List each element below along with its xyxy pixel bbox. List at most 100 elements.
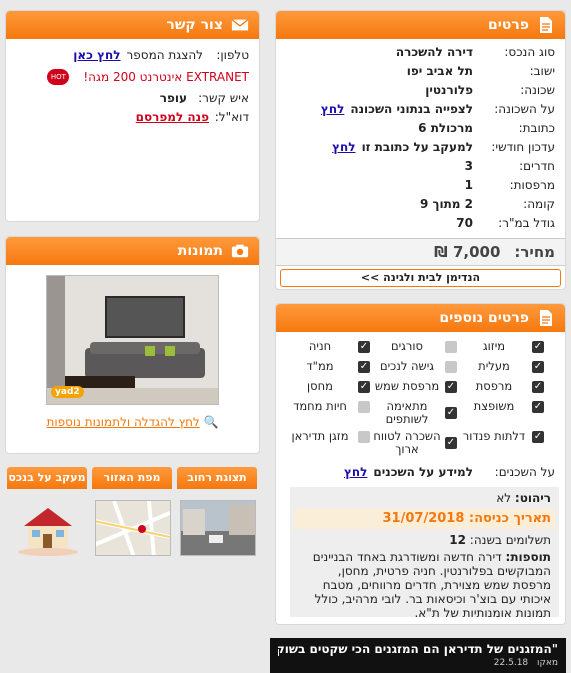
feature-label: מחסן: [307, 379, 333, 393]
property-tracking-thumb[interactable]: [10, 500, 86, 556]
furniture-label: ריהוט:: [514, 491, 551, 505]
entry-date-label: תאריך כניסה:: [468, 511, 551, 526]
banner-date: 22.5.18: [493, 658, 529, 668]
phone-row: טלפון: להצגת המספר לחץ כאן: [6, 48, 259, 62]
unchecked-icon: [358, 430, 370, 443]
detail-label: עדכון חודשי:: [491, 140, 555, 154]
tab-property-tracking-label: מעקב על בנכס: [8, 471, 86, 484]
extra-details-panel: פרטים נוספים מיזוג סורגים חניה מעלית גישה לנ…: [275, 303, 566, 625]
enlarge-row: 🔍 לחץ להגדלה ולתמונות נוספות: [6, 415, 259, 429]
feature-label: השכרה לטווח ארוך: [373, 429, 441, 456]
email-row: דוא"ל: פנה למפרסם: [6, 110, 259, 124]
detail-value: דירה להשכרה: [395, 45, 473, 59]
feature-item: השכרה לטווח ארוך: [373, 430, 457, 456]
detail-link[interactable]: לחץ: [321, 102, 344, 116]
description-box: ריהוט: לא תאריך כניסה: 31/07/2018 תשלומי…: [290, 487, 559, 620]
yad2-watermark: yad2: [51, 386, 84, 398]
feature-item: משופצת: [460, 400, 544, 413]
feature-label: גישה לנכים: [379, 359, 435, 373]
extra-details-title: פרטים נוספים: [439, 310, 529, 326]
detail-row: גודל במ"ר: 70: [276, 216, 565, 230]
additions-label: תוספות:: [505, 550, 551, 564]
detail-value: למעקב על כתובת זו: [361, 140, 473, 154]
checked-icon: [445, 437, 457, 449]
feature-label: מזגן תדיראן: [291, 429, 349, 443]
feature-label: מעלית: [478, 359, 510, 373]
detail-row: כתובת: מרכולת 6: [276, 121, 565, 135]
feature-label: מתאימה לשותפים: [385, 399, 429, 426]
detail-label: מרפסות:: [509, 178, 555, 192]
detail-value: תל אביב יפו: [406, 64, 473, 78]
banner-headline: "המזגנים של תדיראן הם המזגנים הכי שקטים …: [278, 642, 558, 656]
additions-row: תוספות: דירה חדשה ומשודרגת באחד הבניינים…: [298, 550, 551, 620]
checked-icon: [532, 380, 544, 393]
feature-item: חניה: [286, 340, 370, 353]
price-value: 7,000 ₪: [434, 243, 501, 261]
tab-area-map[interactable]: מפת האזור: [92, 467, 172, 489]
furniture-value: לא: [496, 491, 512, 505]
feature-item: סורגים: [373, 340, 457, 353]
feature-item: חיות מחמד: [286, 400, 370, 413]
detail-label: על השכונה:: [494, 102, 555, 116]
detail-row: סוג הנכס: דירה להשכרה: [276, 45, 565, 59]
show-phone-link[interactable]: לחץ כאן: [73, 48, 120, 62]
detail-label: חדרים:: [519, 159, 555, 173]
tadiran-banner[interactable]: "המזגנים של תדיראן הם המזגנים הכי שקטים …: [270, 638, 566, 673]
photos-title: תמונות: [177, 243, 223, 259]
street-view-thumb[interactable]: [180, 500, 256, 556]
detail-label: שכונה:: [520, 83, 555, 97]
detail-row: שכונה: פלורנטין: [276, 83, 565, 97]
feature-item: מרפסת: [460, 380, 544, 393]
feature-item: דלתות פנדור: [460, 430, 544, 443]
neighbors-link[interactable]: לחץ: [344, 465, 367, 479]
checked-icon: [445, 407, 457, 419]
handyman-button[interactable]: הנדימן לבית ולגינה >>: [280, 269, 561, 287]
extranet-promo[interactable]: EXTRANET אינטרנט 200 מגה!: [83, 70, 249, 84]
apartment-photo[interactable]: yad2: [46, 275, 219, 405]
payments-label: תשלומים בשנה:: [469, 533, 551, 547]
promo-row: EXTRANET אינטרנט 200 מגה! HOT: [6, 69, 259, 85]
feature-label: חיות מחמד: [293, 399, 347, 413]
checked-icon: [532, 340, 544, 353]
feature-item: מחסן: [286, 380, 370, 393]
phone-label: טלפון:: [216, 48, 249, 62]
area-map-thumb[interactable]: [95, 500, 171, 556]
checked-icon: [358, 380, 370, 393]
contact-panel: צור קשר טלפון: להצגת המספר לחץ כאן EXTRA…: [5, 10, 260, 222]
feature-label: מרפסת: [475, 379, 513, 393]
detail-row: עדכון חודשי: למעקב על כתובת זו לחץ: [276, 140, 565, 154]
hot-logo-icon: HOT: [47, 69, 70, 85]
details-title: פרטים: [487, 17, 529, 33]
camera-icon: [231, 241, 249, 261]
detail-value: 2 מתוך 9: [419, 197, 473, 211]
feature-item: גישה לנכים: [373, 360, 457, 373]
detail-label: ישוב:: [529, 64, 555, 78]
feature-label: משופצת: [473, 399, 515, 413]
detail-label: קומה:: [523, 197, 555, 211]
detail-label: סוג הנכס:: [504, 45, 555, 59]
photos-header: תמונות: [6, 237, 259, 265]
feature-label: מיזוג: [482, 339, 506, 353]
neighbors-label: על השכנים:: [494, 465, 555, 479]
furniture-row: ריהוט: לא: [298, 491, 551, 505]
envelope-icon: [231, 15, 249, 35]
feature-item: ממ"ד: [286, 360, 370, 373]
enlarge-photos-link[interactable]: לחץ להגדלה ולתמונות נוספות: [46, 415, 199, 429]
detail-link[interactable]: לחץ: [332, 140, 355, 154]
extra-details-header: פרטים נוספים: [276, 304, 565, 332]
detail-value: 1: [464, 178, 473, 192]
tab-area-map-label: מפת האזור: [103, 471, 161, 484]
detail-label: כתובת:: [518, 121, 555, 135]
entry-date-row: תאריך כניסה: 31/07/2018: [294, 509, 555, 529]
contact-advertiser-link[interactable]: פנה למפרסם: [136, 110, 209, 124]
checked-icon: [358, 340, 370, 353]
feature-label: דלתות פנדור: [462, 429, 526, 443]
checked-icon: [532, 360, 544, 373]
checked-icon: [532, 430, 544, 443]
detail-row: קומה: 2 מתוך 9: [276, 197, 565, 211]
feature-item: מרפסת שמש: [373, 380, 457, 393]
detail-value: לצפייה בנתוני השכונה: [350, 102, 473, 116]
tab-property-tracking[interactable]: מעקב על בנכס: [7, 467, 87, 489]
tab-street-view[interactable]: תצוגת רחוב: [177, 467, 257, 489]
handyman-button-label: הנדימן לבית ולגינה >>: [360, 271, 481, 284]
